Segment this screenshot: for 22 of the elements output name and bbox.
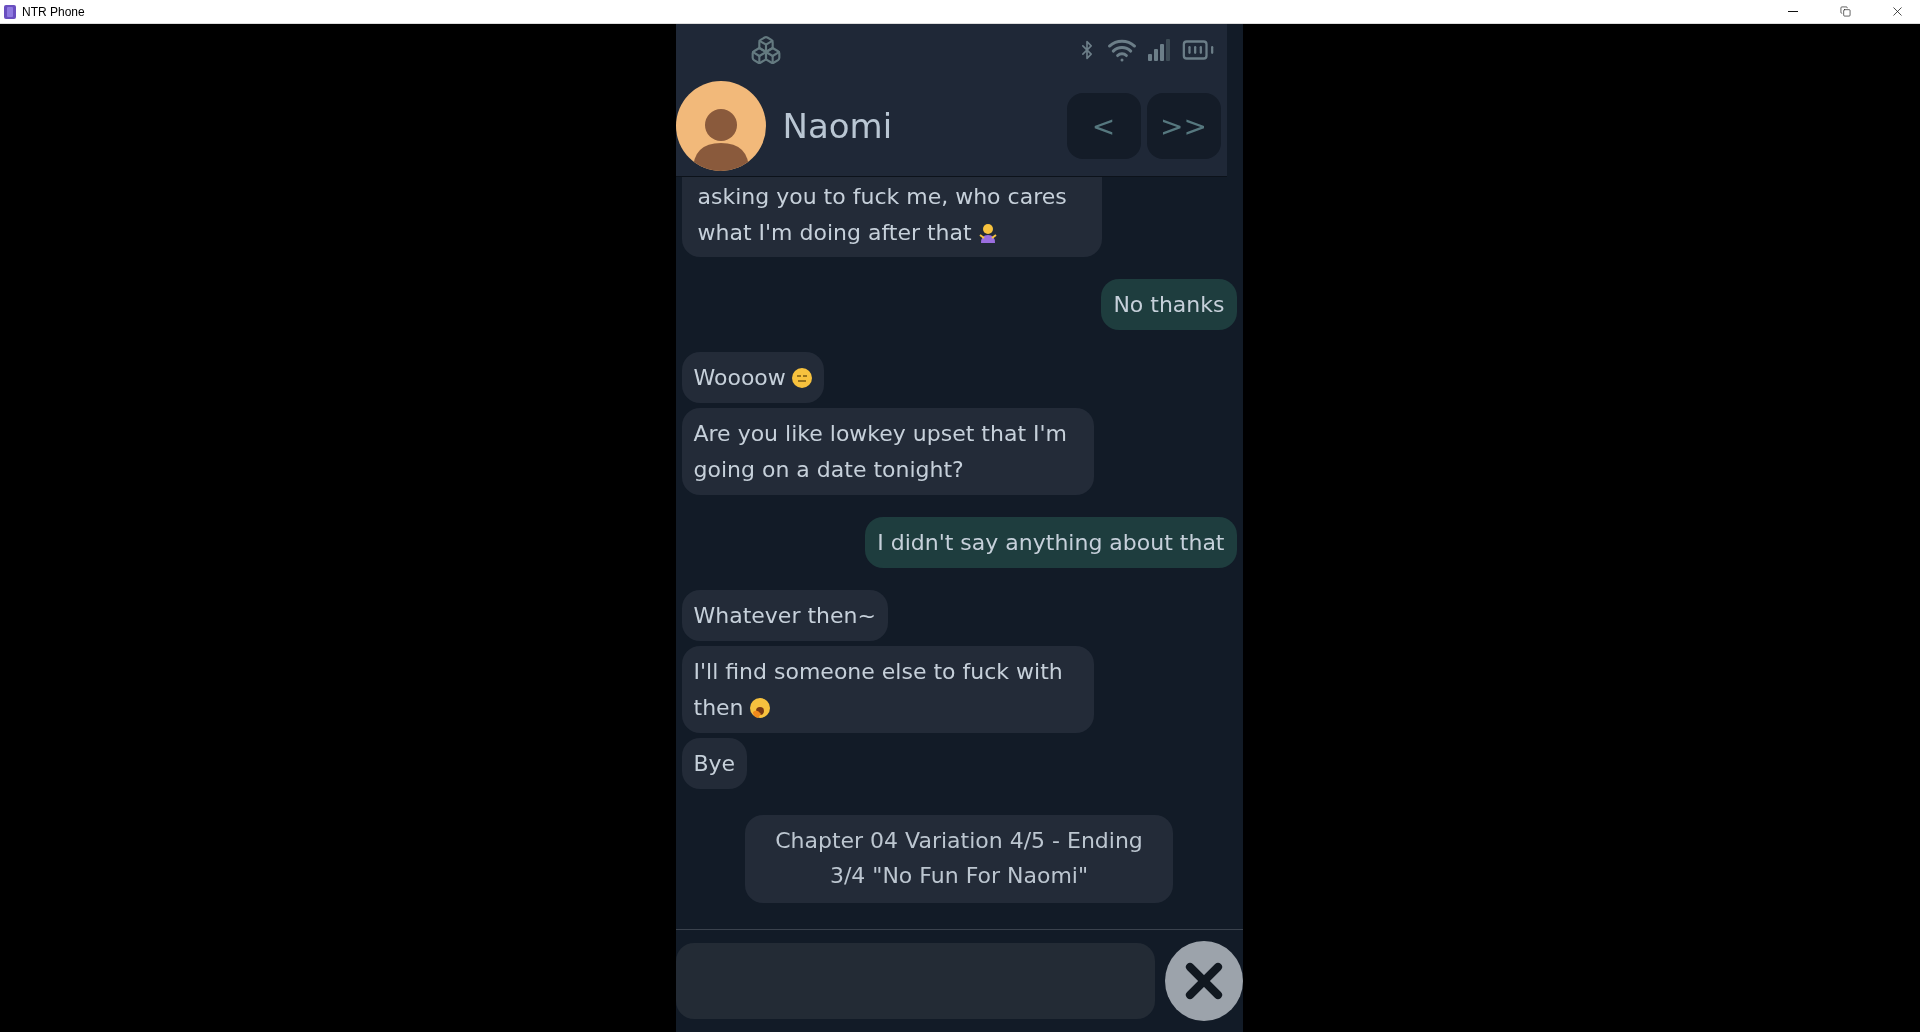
received-message: asking you to fuck me, who cares what I'm doing after that bbox=[681, 177, 1102, 257]
contact-name: Naomi bbox=[782, 106, 894, 146]
window-title: NTR Phone bbox=[22, 4, 86, 19]
message-input-field[interactable] bbox=[675, 943, 1155, 1019]
received-message: Whatever then~ bbox=[681, 590, 888, 641]
back-button[interactable]: < bbox=[1066, 93, 1141, 159]
sent-message: No thanks bbox=[1101, 279, 1237, 330]
received-message: Woooow bbox=[681, 352, 824, 403]
signal-icon bbox=[1146, 38, 1171, 62]
expressionless-face-icon bbox=[791, 368, 812, 388]
restore-icon bbox=[1839, 6, 1851, 17]
skip-button[interactable]: >> bbox=[1146, 93, 1221, 159]
app-icon bbox=[4, 4, 16, 19]
cubes-logo-icon bbox=[749, 34, 782, 66]
yawning-face-icon bbox=[749, 698, 770, 718]
minimize-icon bbox=[1788, 11, 1798, 12]
received-message: I'll find someone else to fuck with then bbox=[681, 646, 1094, 733]
shrugging-person-icon bbox=[977, 223, 998, 243]
sent-message: I didn't say anything about that bbox=[865, 517, 1237, 568]
chapter-ending-note: Chapter 04 Variation 4/5 - Ending 3/4 "No Fun For Naomi" bbox=[745, 815, 1173, 903]
received-message: Bye bbox=[681, 738, 748, 789]
received-message: Are you like lowkey upset that I'm going on a date tonight? bbox=[681, 408, 1094, 495]
